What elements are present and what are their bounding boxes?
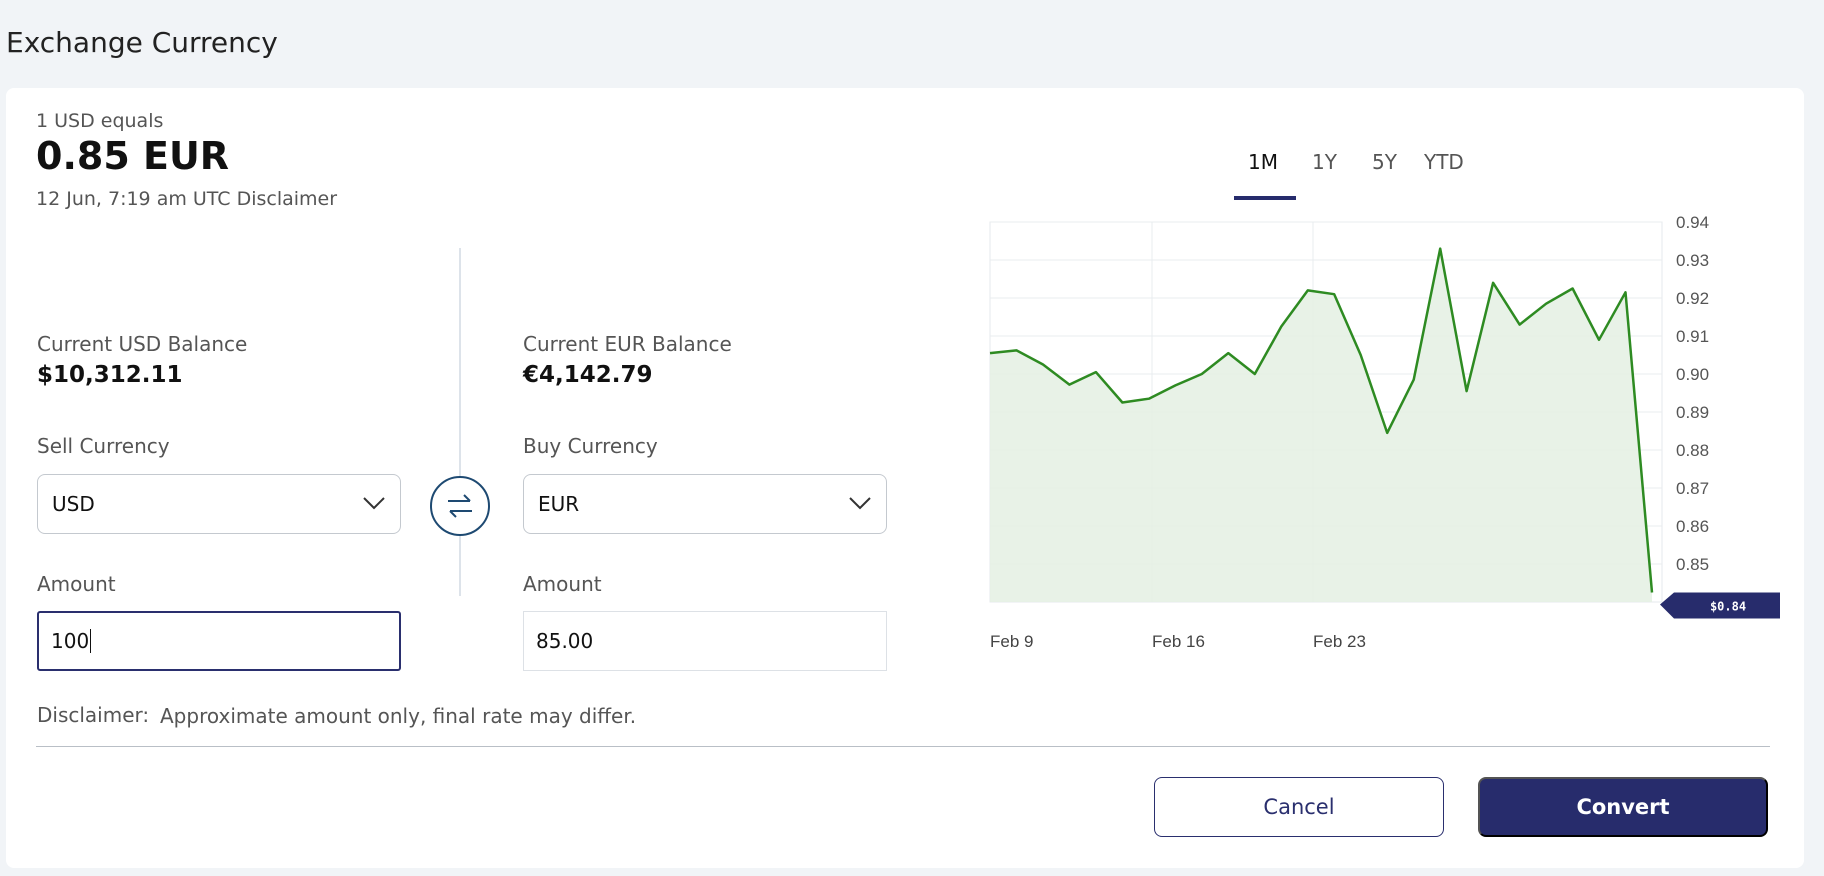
usd-balance-value: $10,312.11 bbox=[37, 362, 183, 388]
x-tick-label: Feb 16 bbox=[1152, 632, 1205, 651]
y-tick-label: 0.91 bbox=[1676, 327, 1709, 346]
rate-caption: 1 USD equals bbox=[36, 110, 164, 132]
sell-amount-input[interactable]: 100 bbox=[37, 611, 401, 671]
tab-1m[interactable]: 1M bbox=[1248, 150, 1278, 174]
sell-currency-label: Sell Currency bbox=[37, 434, 170, 458]
tab-ytd[interactable]: YTD bbox=[1424, 150, 1464, 174]
sell-amount-value: 100 bbox=[51, 629, 90, 653]
footer-divider bbox=[36, 746, 1770, 747]
chevron-down-icon bbox=[849, 497, 871, 510]
rate-timestamp: 12 Jun, 7:19 am UTC Disclaimer bbox=[36, 188, 338, 210]
column-divider bbox=[459, 248, 461, 596]
eur-balance-value: €4,142.79 bbox=[523, 362, 653, 388]
eur-balance-label: Current EUR Balance bbox=[523, 332, 732, 356]
page-title: Exchange Currency bbox=[6, 26, 278, 59]
y-tick-label: 0.90 bbox=[1676, 365, 1709, 384]
y-tick-label: 0.87 bbox=[1676, 479, 1709, 498]
sell-amount-label: Amount bbox=[37, 572, 116, 596]
x-tick-label: Feb 9 bbox=[990, 632, 1033, 651]
chevron-down-icon bbox=[363, 497, 385, 510]
buy-currency-select[interactable]: EUR bbox=[523, 474, 887, 534]
convert-button[interactable]: Convert bbox=[1478, 777, 1768, 837]
buy-currency-label: Buy Currency bbox=[523, 434, 658, 458]
tab-1y[interactable]: 1Y bbox=[1312, 150, 1337, 174]
y-tick-label: 0.86 bbox=[1676, 517, 1709, 536]
tab-5y[interactable]: 5Y bbox=[1372, 150, 1397, 174]
y-tick-label: 0.94 bbox=[1676, 213, 1709, 232]
x-tick-label: Feb 23 bbox=[1313, 632, 1366, 651]
buy-amount-label: Amount bbox=[523, 572, 602, 596]
sell-currency-value: USD bbox=[52, 492, 95, 516]
usd-balance-label: Current USD Balance bbox=[37, 332, 248, 356]
disclaimer-label: Disclaimer: bbox=[37, 703, 150, 727]
buy-amount-value: 85.00 bbox=[536, 629, 594, 653]
current-rate-label: $0.84 bbox=[1710, 600, 1746, 614]
y-tick-label: 0.93 bbox=[1676, 251, 1709, 270]
buy-amount-field: 85.00 bbox=[523, 611, 887, 671]
text-caret bbox=[90, 629, 92, 653]
y-tick-label: 0.92 bbox=[1676, 289, 1709, 308]
swap-currencies-button[interactable] bbox=[430, 476, 490, 536]
cancel-button[interactable]: Cancel bbox=[1154, 777, 1444, 837]
exchange-rate-chart: 0.85 0.86 0.87 0.88 0.89 0.90 0.91 0.92 0.93 0.94… bbox=[989, 213, 1780, 651]
buy-currency-value: EUR bbox=[538, 492, 580, 516]
sell-currency-select[interactable]: USD bbox=[37, 474, 401, 534]
swap-arrows-icon bbox=[448, 494, 472, 518]
disclaimer-text: Approximate amount only, final rate may … bbox=[160, 704, 637, 728]
y-tick-label: 0.88 bbox=[1676, 441, 1709, 460]
rate-value: 0.85 EUR bbox=[36, 134, 230, 178]
y-tick-label: 0.85 bbox=[1676, 555, 1709, 574]
y-tick-label: 0.89 bbox=[1676, 403, 1709, 422]
